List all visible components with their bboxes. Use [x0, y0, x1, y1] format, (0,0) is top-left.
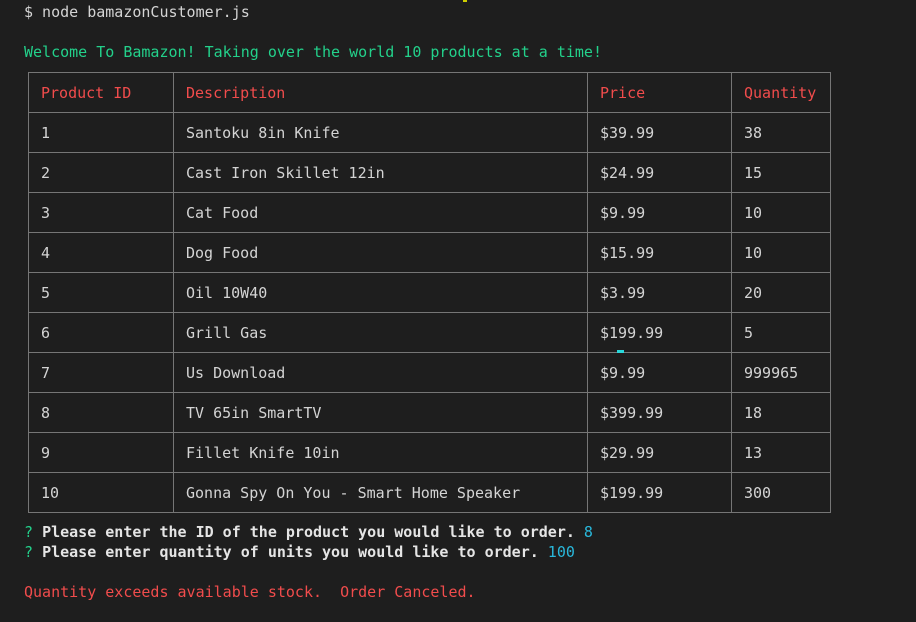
cell-description: Fillet Knife 10in	[173, 432, 588, 473]
cell-quantity: 300	[731, 472, 831, 513]
cell-quantity: 18	[731, 392, 831, 433]
cell-description: Cat Food	[173, 192, 588, 233]
table-header-row: Product ID Description Price Quantity	[28, 72, 831, 113]
clipped-output-fragment	[463, 0, 467, 2]
cell-product-id: 4	[28, 232, 174, 273]
products-table: Product ID Description Price Quantity 1 …	[28, 72, 831, 513]
cell-product-id: 5	[28, 272, 174, 313]
command-line: $ node bamazonCustomer.js	[24, 3, 250, 21]
prompt-question: Please enter quantity of units you would…	[42, 543, 539, 561]
cell-product-id: 8	[28, 392, 174, 433]
header-description: Description	[173, 72, 588, 113]
terminal-cursor	[617, 350, 624, 353]
cell-product-id: 10	[28, 472, 174, 513]
error-message: Quantity exceeds available stock. Order …	[24, 583, 476, 601]
cell-description: Cast Iron Skillet 12in	[173, 152, 588, 193]
cell-quantity: 15	[731, 152, 831, 193]
prompt-answer[interactable]: 8	[584, 523, 593, 541]
header-quantity: Quantity	[731, 72, 831, 113]
table-row: 6 Grill Gas $199.99 5	[28, 312, 831, 353]
table-row: 3 Cat Food $9.99 10	[28, 192, 831, 233]
table-row: 1 Santoku 8in Knife $39.99 38	[28, 112, 831, 153]
cell-product-id: 3	[28, 192, 174, 233]
table-row: 9 Fillet Knife 10in $29.99 13	[28, 432, 831, 473]
welcome-message: Welcome To Bamazon! Taking over the worl…	[24, 43, 602, 61]
table-row: 7 Us Download $9.99 999965	[28, 352, 831, 393]
question-mark-icon: ?	[24, 543, 34, 561]
prompt-answer[interactable]: 100	[548, 543, 575, 561]
cell-price: $399.99	[587, 392, 732, 433]
cell-product-id: 7	[28, 352, 174, 393]
table-row: 4 Dog Food $15.99 10	[28, 232, 831, 273]
cell-price: $3.99	[587, 272, 732, 313]
table-row: 5 Oil 10W40 $3.99 20	[28, 272, 831, 313]
cell-quantity: 999965	[731, 352, 831, 393]
cell-quantity: 13	[731, 432, 831, 473]
prompt-quantity: ? Please enter quantity of units you wou…	[24, 542, 575, 562]
cell-product-id: 1	[28, 112, 174, 153]
cell-product-id: 6	[28, 312, 174, 353]
cell-quantity: 38	[731, 112, 831, 153]
cell-price: $9.99	[587, 352, 732, 393]
table-row: 8 TV 65in SmartTV $399.99 18	[28, 392, 831, 433]
cell-description: Santoku 8in Knife	[173, 112, 588, 153]
table-row: 10 Gonna Spy On You - Smart Home Speaker…	[28, 472, 831, 513]
cell-quantity: 10	[731, 232, 831, 273]
cell-description: Oil 10W40	[173, 272, 588, 313]
cell-price: $199.99	[587, 472, 732, 513]
prompt-product-id: ? Please enter the ID of the product you…	[24, 522, 593, 542]
cell-price: $199.99	[587, 312, 732, 353]
cell-quantity: 5	[731, 312, 831, 353]
cell-quantity: 20	[731, 272, 831, 313]
cell-price: $24.99	[587, 152, 732, 193]
cell-description: TV 65in SmartTV	[173, 392, 588, 433]
prompt-question: Please enter the ID of the product you w…	[42, 523, 575, 541]
cell-price: $39.99	[587, 112, 732, 153]
cell-price: $29.99	[587, 432, 732, 473]
cell-quantity: 10	[731, 192, 831, 233]
header-price: Price	[587, 72, 732, 113]
cell-product-id: 2	[28, 152, 174, 193]
cell-price: $15.99	[587, 232, 732, 273]
cell-description: Grill Gas	[173, 312, 588, 353]
question-mark-icon: ?	[24, 523, 34, 541]
header-product-id: Product ID	[28, 72, 174, 113]
cell-description: Dog Food	[173, 232, 588, 273]
cell-description: Gonna Spy On You - Smart Home Speaker	[173, 472, 588, 513]
cell-price: $9.99	[587, 192, 732, 233]
table-row: 2 Cast Iron Skillet 12in $24.99 15	[28, 152, 831, 193]
cell-description: Us Download	[173, 352, 588, 393]
cell-product-id: 9	[28, 432, 174, 473]
